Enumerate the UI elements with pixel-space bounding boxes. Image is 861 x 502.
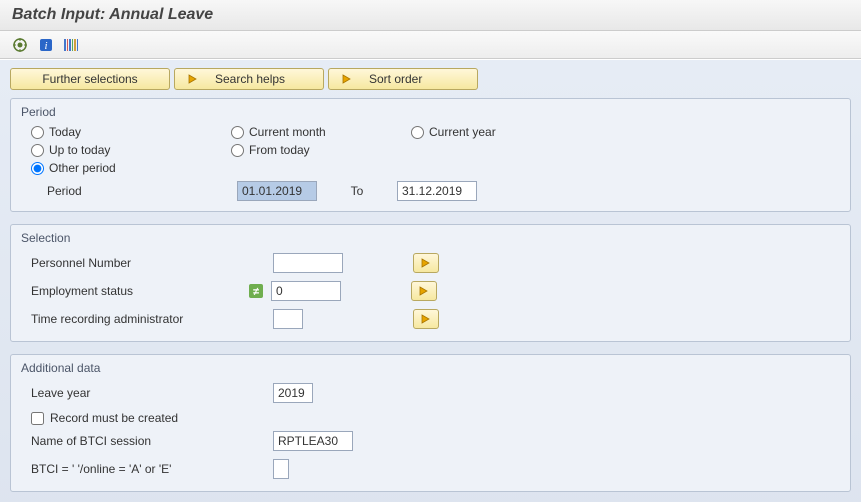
radio-label: From today	[249, 143, 310, 157]
radio-label: Up to today	[49, 143, 110, 157]
field-label: Time recording administrator	[31, 312, 241, 326]
svg-text:≠: ≠	[253, 286, 259, 298]
button-label: Search helps	[215, 72, 285, 86]
multiple-selection-button[interactable]	[413, 253, 439, 273]
button-label: Further selections	[42, 72, 137, 86]
row-btci-session: Name of BTCI session	[31, 429, 840, 453]
field-label: Personnel Number	[31, 256, 241, 270]
svg-text:i: i	[44, 40, 47, 52]
row-personnel-number: Personnel Number	[31, 251, 840, 275]
radio-up-to-today[interactable]: Up to today	[31, 143, 231, 157]
checkbox-label: Record must be created	[50, 411, 178, 425]
execute-icon[interactable]	[10, 36, 30, 54]
field-label: Leave year	[31, 386, 241, 400]
info-icon[interactable]: i	[36, 36, 56, 54]
period-label: Period	[47, 184, 227, 198]
employment-status-input[interactable]	[271, 281, 341, 301]
period-to-input[interactable]	[397, 181, 477, 201]
main-area: © www.tutorialkart.com Further selection…	[0, 59, 861, 502]
period-radio-grid: Today Current month Current year Up to t…	[31, 125, 840, 175]
period-from-input[interactable]	[237, 181, 317, 201]
row-leave-year: Leave year	[31, 381, 840, 405]
radio-label: Today	[49, 125, 81, 139]
radio-today[interactable]: Today	[31, 125, 231, 139]
barcode-icon[interactable]	[62, 36, 82, 54]
radio-from-today[interactable]: From today	[231, 143, 411, 157]
sort-order-button[interactable]: Sort order	[328, 68, 478, 90]
radio-other-period[interactable]: Other period	[31, 161, 231, 175]
further-selections-button[interactable]: Further selections	[10, 68, 170, 90]
leave-year-input[interactable]	[273, 383, 313, 403]
radio-current-month[interactable]: Current month	[231, 125, 411, 139]
period-to-label: To	[327, 184, 387, 198]
period-date-row: Period To	[47, 181, 840, 201]
group-additional-data: Additional data Leave year Record must b…	[10, 354, 851, 492]
radio-label: Current month	[249, 125, 326, 139]
group-period: Period Today Current month Current year …	[10, 98, 851, 212]
btci-session-input[interactable]	[273, 431, 353, 451]
field-label: Name of BTCI session	[31, 434, 241, 448]
page-title: Batch Input: Annual Leave	[0, 0, 861, 31]
field-label: Employment status	[31, 284, 241, 298]
row-employment-status: Employment status ≠	[31, 279, 840, 303]
group-selection: Selection Personnel Number Employment st…	[10, 224, 851, 342]
arrow-right-icon	[185, 71, 201, 87]
group-legend: Selection	[21, 229, 840, 245]
multiple-selection-button[interactable]	[413, 309, 439, 329]
btci-mode-input[interactable]	[273, 459, 289, 479]
row-btci-mode: BTCI = ' '/online = 'A' or 'E'	[31, 457, 840, 481]
radio-label: Current year	[429, 125, 496, 139]
radio-label: Other period	[49, 161, 116, 175]
not-equal-icon[interactable]: ≠	[247, 282, 265, 300]
personnel-number-input[interactable]	[273, 253, 343, 273]
arrow-right-icon	[339, 71, 355, 87]
action-button-row: Further selections Search helps Sort ord…	[10, 68, 851, 90]
app-toolbar: i	[0, 31, 861, 59]
group-legend: Additional data	[21, 359, 840, 375]
group-legend: Period	[21, 103, 840, 119]
record-must-be-created-checkbox[interactable]	[31, 412, 44, 425]
search-helps-button[interactable]: Search helps	[174, 68, 324, 90]
multiple-selection-button[interactable]	[411, 281, 437, 301]
row-record-must-be-created: Record must be created	[31, 411, 840, 425]
radio-current-year[interactable]: Current year	[411, 125, 591, 139]
row-time-recording-admin: Time recording administrator	[31, 307, 840, 331]
time-recording-admin-input[interactable]	[273, 309, 303, 329]
field-label: BTCI = ' '/online = 'A' or 'E'	[31, 462, 241, 476]
button-label: Sort order	[369, 72, 422, 86]
